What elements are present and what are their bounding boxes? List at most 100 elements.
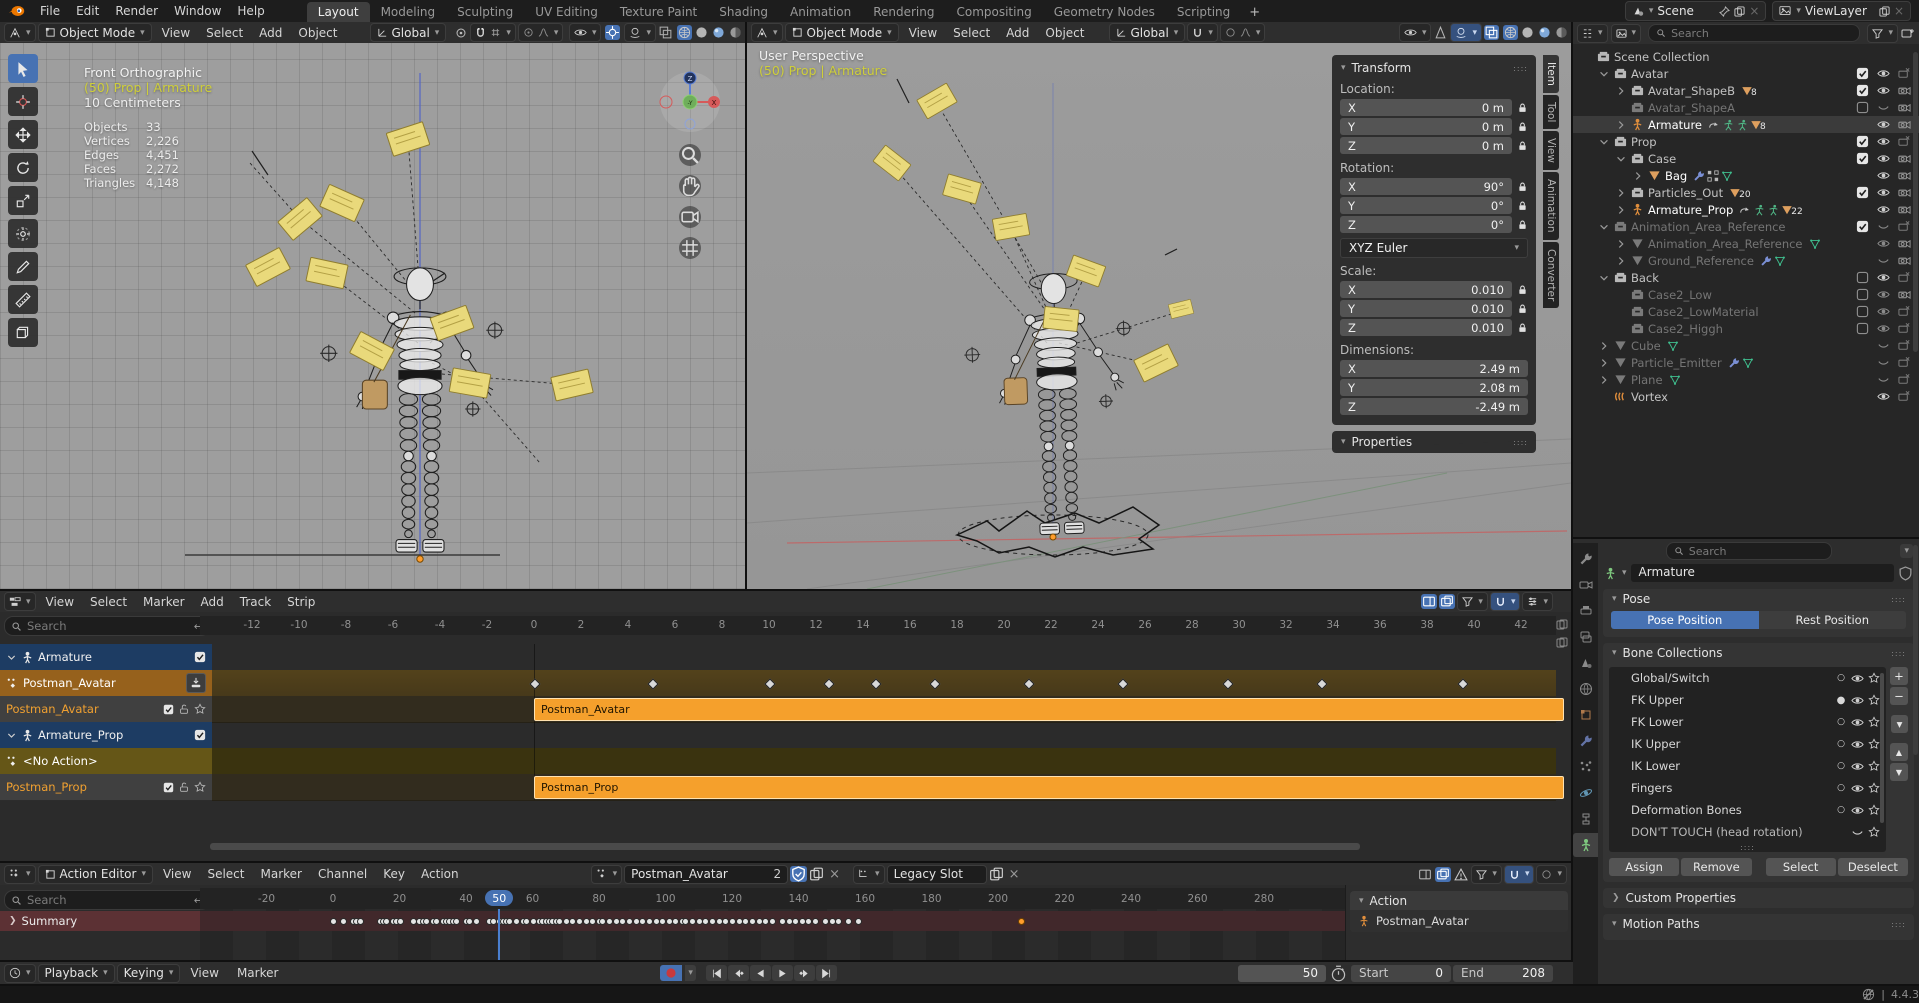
prev-keyframe-button[interactable] bbox=[728, 965, 749, 981]
list-resize-handle[interactable]: :::: bbox=[1609, 843, 1886, 852]
collapse-icon[interactable] bbox=[1598, 68, 1610, 80]
tab-render-icon[interactable] bbox=[1573, 573, 1598, 597]
bone-collection-row[interactable]: IK Lower○ bbox=[1609, 755, 1886, 777]
workspace-tab-modeling[interactable]: Modeling bbox=[370, 2, 447, 22]
panel-drag-handle[interactable]: :::: bbox=[1891, 595, 1906, 604]
remove-icon[interactable]: × bbox=[1894, 4, 1904, 18]
axis-field-x[interactable]: X90° bbox=[1340, 178, 1512, 195]
tab-physics-icon[interactable] bbox=[1573, 781, 1598, 805]
axis-field-y[interactable]: Y2.08 m bbox=[1340, 379, 1528, 396]
keyframe-dot[interactable] bbox=[357, 918, 364, 925]
action-sidebar-item[interactable]: Postman_Avatar bbox=[1376, 914, 1469, 928]
copy-panel-icon[interactable] bbox=[1435, 867, 1451, 882]
solo-toggle-icon[interactable]: ○ bbox=[1835, 783, 1847, 793]
outliner-row[interactable]: Case2_Higgh bbox=[1573, 320, 1919, 337]
snap-dropdown[interactable]: ▾ bbox=[1504, 865, 1535, 884]
camera-disabled-icon[interactable] bbox=[1898, 356, 1911, 369]
filter-dropdown[interactable]: ▾ bbox=[1867, 24, 1898, 43]
editor-type-button[interactable]: ▾ bbox=[4, 964, 36, 983]
orientation-selector[interactable]: Global▾ bbox=[370, 23, 447, 42]
outliner-row[interactable]: Avatar bbox=[1573, 65, 1919, 82]
pose-icon[interactable] bbox=[1753, 204, 1765, 216]
n-panel-tab-view[interactable]: View bbox=[1543, 131, 1559, 170]
action-name-field[interactable]: Postman_Avatar2 bbox=[624, 865, 788, 884]
outliner-row[interactable]: Back bbox=[1573, 269, 1919, 286]
nla-keyframe-diamond[interactable] bbox=[1117, 678, 1128, 689]
copy-icon[interactable] bbox=[1734, 6, 1745, 17]
workspace-tab-rendering[interactable]: Rendering bbox=[862, 2, 945, 22]
menu-add[interactable]: Add bbox=[193, 593, 232, 611]
shading-wireframe-icon[interactable] bbox=[1503, 25, 1518, 40]
move-down-button[interactable]: ▼ bbox=[1890, 763, 1908, 781]
pose-position-button[interactable]: Pose Position bbox=[1611, 611, 1759, 629]
solo-toggle-icon[interactable]: ○ bbox=[1835, 717, 1847, 727]
collapse-icon[interactable]: ▾ bbox=[1341, 63, 1346, 73]
overlays-toggle[interactable]: ▾ bbox=[624, 23, 656, 42]
modifier-wrench-icon[interactable] bbox=[1760, 255, 1772, 267]
nla-strip[interactable]: Postman_Avatar bbox=[534, 698, 1564, 721]
collapse-icon[interactable]: ▾ bbox=[1612, 919, 1617, 929]
tool-scale-button[interactable] bbox=[8, 186, 38, 215]
lock-icon[interactable] bbox=[1517, 181, 1528, 193]
collapse-icon[interactable] bbox=[1598, 136, 1610, 148]
filter-dropdown[interactable]: ▾ bbox=[1457, 592, 1488, 611]
orientation-selector[interactable]: Global▾ bbox=[1109, 23, 1186, 42]
dope-search[interactable]: Search ↔ bbox=[4, 890, 210, 910]
slot-dropdown[interactable]: ▾ bbox=[853, 865, 885, 884]
tool-add-primitive-button[interactable] bbox=[8, 318, 38, 347]
snap-dropdown[interactable]: ▾ bbox=[1490, 592, 1521, 611]
menu-select[interactable]: Select bbox=[945, 24, 998, 42]
jump-to-end-button[interactable] bbox=[816, 965, 837, 981]
auto-key-dropdown[interactable]: ▾ bbox=[685, 965, 696, 981]
collapse-icon[interactable]: ▾ bbox=[1359, 896, 1364, 906]
keyframe-dot-selected[interactable] bbox=[1018, 918, 1025, 925]
unlink-icon[interactable]: × bbox=[1749, 4, 1759, 18]
menu-marker[interactable]: Marker bbox=[229, 964, 286, 982]
eye-closed-icon[interactable] bbox=[1877, 101, 1890, 114]
ortho-toggle-icon[interactable] bbox=[679, 237, 701, 259]
expand-icon[interactable] bbox=[1615, 119, 1627, 131]
workspace-tab-texture-paint[interactable]: Texture Paint bbox=[609, 2, 708, 22]
play-button[interactable] bbox=[772, 965, 793, 981]
properties-options-icon[interactable]: ▾ bbox=[1900, 544, 1913, 558]
checkbox-checked-icon[interactable] bbox=[194, 729, 206, 741]
properties-scrollbar[interactable] bbox=[1913, 545, 1918, 755]
outliner-row[interactable]: Avatar_ShapeA bbox=[1573, 99, 1919, 116]
tool-move-button[interactable] bbox=[8, 120, 38, 149]
bone-list-scrollbar[interactable] bbox=[1880, 673, 1884, 823]
workspace-tab-sculpting[interactable]: Sculpting bbox=[446, 2, 524, 22]
camera-disabled-icon[interactable] bbox=[1898, 135, 1911, 148]
star-icon[interactable] bbox=[194, 703, 206, 715]
proportional-dropdown[interactable]: ▾ bbox=[1536, 865, 1567, 884]
deselect-button[interactable]: Deselect bbox=[1838, 858, 1908, 876]
mesh-data-icon[interactable] bbox=[1742, 357, 1754, 369]
outliner-row[interactable]: Cube bbox=[1573, 337, 1919, 354]
n-panel-tab-tool[interactable]: Tool bbox=[1543, 95, 1559, 129]
expand-icon[interactable]: ❯ bbox=[9, 916, 17, 926]
lock-icon[interactable] bbox=[1517, 200, 1528, 212]
checkbox-unchecked-icon[interactable] bbox=[1856, 322, 1869, 335]
outliner-row[interactable]: Bag bbox=[1573, 167, 1919, 184]
motion-paths-panel[interactable]: ▾Motion Paths:::: bbox=[1603, 914, 1914, 940]
eye-open-icon[interactable] bbox=[1877, 237, 1890, 250]
current-frame-bubble[interactable]: 50 bbox=[485, 890, 513, 906]
custom-properties-panel[interactable]: ❯Custom Properties bbox=[1603, 888, 1914, 908]
nla-channel-action[interactable]: Postman_Avatar bbox=[0, 670, 212, 697]
pose-icon[interactable] bbox=[1722, 119, 1734, 131]
bone-collection-row[interactable]: FK Lower○ bbox=[1609, 711, 1886, 733]
collapse-icon[interactable] bbox=[1598, 221, 1610, 233]
menu-item-edit[interactable]: Edit bbox=[68, 2, 107, 20]
collapse-icon[interactable]: ▾ bbox=[1612, 594, 1617, 604]
nla-keyframe-diamond[interactable] bbox=[823, 678, 834, 689]
menu-key[interactable]: Key bbox=[375, 865, 413, 883]
snap-toggle[interactable]: ▾ bbox=[1187, 23, 1218, 42]
zoom-icon[interactable] bbox=[679, 144, 701, 166]
assign-button[interactable]: Assign bbox=[1609, 858, 1679, 876]
proportional-edit-toggle[interactable]: ▾ bbox=[518, 23, 564, 42]
outliner-search[interactable]: Search bbox=[1648, 24, 1860, 42]
camera-view-icon[interactable] bbox=[679, 206, 701, 228]
editor-type-button[interactable]: ▾ bbox=[4, 23, 36, 42]
checkbox-checked-icon[interactable] bbox=[194, 651, 206, 663]
dope-ruler[interactable]: -200204060801001201401601802002202402602… bbox=[200, 888, 1345, 909]
camera-visibility-icon[interactable] bbox=[1898, 186, 1911, 199]
